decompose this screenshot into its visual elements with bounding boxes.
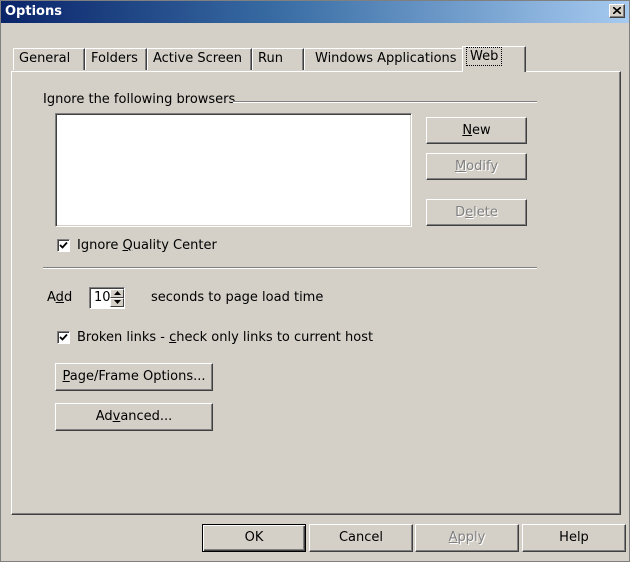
advanced-button[interactable]: Advanced... bbox=[55, 403, 213, 431]
page-load-suffix: seconds to page load time bbox=[151, 290, 324, 305]
tab-folders[interactable]: Folders bbox=[85, 48, 147, 70]
tab-web[interactable]: Web bbox=[462, 46, 526, 72]
spin-down-button[interactable] bbox=[110, 298, 124, 307]
window-title: Options bbox=[5, 4, 62, 19]
arrow-up-icon bbox=[114, 291, 121, 295]
tab-windows-applications[interactable]: Windows Applications bbox=[304, 48, 464, 70]
apply-button[interactable]: Apply bbox=[415, 524, 519, 552]
modify-button[interactable]: Modify bbox=[426, 153, 527, 180]
cancel-button[interactable]: Cancel bbox=[309, 524, 413, 552]
help-button[interactable]: Help bbox=[522, 524, 626, 552]
spin-up-button[interactable] bbox=[110, 289, 124, 298]
page-load-prefix: Add bbox=[47, 290, 73, 305]
browsers-group-label: Ignore the following browsers bbox=[43, 92, 236, 107]
browsers-group-line bbox=[233, 101, 537, 103]
close-icon bbox=[613, 7, 621, 14]
tab-run[interactable]: Run bbox=[252, 48, 304, 70]
title-bar[interactable]: Options bbox=[1, 1, 629, 23]
checkmark-icon bbox=[59, 241, 68, 249]
delete-button[interactable]: Delete bbox=[426, 199, 527, 226]
arrow-down-icon bbox=[114, 300, 121, 304]
ignore-quality-center-checkbox[interactable] bbox=[57, 239, 70, 252]
options-dialog: Options General Folders Active Screen Ru… bbox=[0, 0, 630, 562]
close-button[interactable] bbox=[609, 4, 625, 18]
broken-links-checkbox[interactable] bbox=[57, 331, 70, 344]
checkmark-icon bbox=[59, 333, 68, 341]
tab-general[interactable]: General bbox=[13, 48, 85, 70]
tab-web-label: Web bbox=[465, 47, 503, 66]
page-load-seconds-spinner[interactable]: 10 bbox=[89, 287, 125, 309]
ignore-quality-center-label: Ignore Quality Center bbox=[77, 238, 217, 253]
page-frame-options-button[interactable]: Page/Frame Options... bbox=[55, 363, 213, 391]
browsers-list[interactable] bbox=[55, 113, 412, 227]
tab-active-screen[interactable]: Active Screen bbox=[147, 48, 252, 70]
ok-button[interactable]: OK bbox=[202, 524, 306, 552]
separator-line bbox=[43, 267, 537, 269]
new-button[interactable]: New bbox=[426, 117, 527, 144]
page-load-seconds-value: 10 bbox=[94, 290, 111, 305]
broken-links-label: Broken links - check only links to curre… bbox=[77, 330, 374, 345]
